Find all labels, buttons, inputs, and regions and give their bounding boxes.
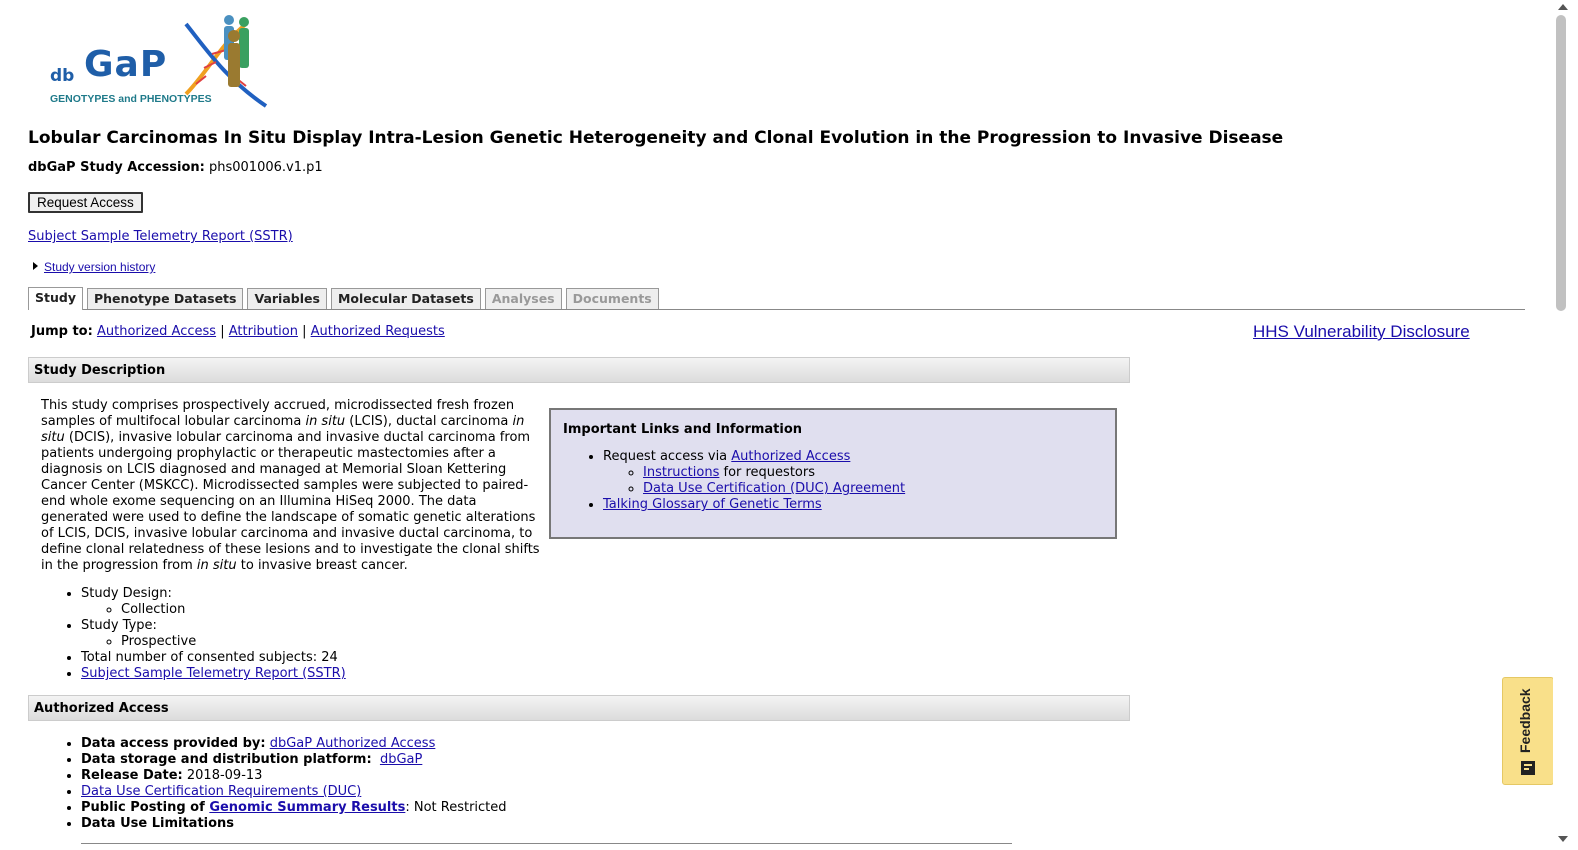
tab-analyses: Analyses	[484, 288, 562, 309]
desc-text: (DCIS), invasive lobular carcinoma and i…	[41, 430, 540, 573]
dbgap-link[interactable]: dbGaP	[380, 752, 422, 767]
list-item: Total number of consented subjects: 24	[81, 650, 346, 666]
list-item: Subject Sample Telemetry Report (SSTR)	[81, 666, 346, 682]
jump-separator: |	[302, 324, 307, 339]
expand-triangle-icon[interactable]	[33, 262, 38, 270]
list-item: Data storage and distribution platform: …	[81, 752, 507, 768]
scroll-up-arrow-icon[interactable]	[1558, 4, 1568, 10]
data-use-limitations-label: Data Use Limitations	[81, 816, 235, 831]
authorized-access-header: Authorized Access	[28, 695, 1130, 721]
list-item: Release Date: 2018-09-13	[81, 768, 507, 784]
list-item: Prospective	[121, 634, 346, 650]
tab-variables[interactable]: Variables	[247, 288, 327, 309]
list-item: Collection	[121, 602, 346, 618]
desc-italic: in situ	[305, 414, 346, 429]
duc-agreement-link[interactable]: Data Use Certification (DUC) Agreement	[643, 481, 905, 496]
glossary-link[interactable]: Talking Glossary of Genetic Terms	[603, 497, 822, 512]
feedback-button[interactable]: Feedback	[1502, 677, 1554, 785]
study-attributes: Study Design: Collection Study Type: Pro…	[41, 586, 346, 682]
study-version-history[interactable]: Study version history	[33, 260, 155, 274]
list-item: Talking Glossary of Genetic Terms	[603, 497, 1103, 513]
study-accession: dbGaP Study Accession: phs001006.v1.p1	[28, 160, 323, 175]
accession-value: phs001006.v1.p1	[209, 160, 323, 175]
divider	[81, 843, 1012, 844]
study-description-text: This study comprises prospectively accru…	[41, 398, 541, 574]
jump-authorized-requests[interactable]: Authorized Requests	[311, 324, 445, 339]
study-design-label: Study Design:	[81, 586, 172, 601]
public-posting-label: Public Posting of	[81, 800, 210, 815]
instructions-suffix: for requestors	[719, 465, 815, 480]
desc-text: (LCIS), ductal carcinoma	[345, 414, 513, 429]
list-item: Public Posting of Genomic Summary Result…	[81, 800, 507, 816]
jump-authorized-access[interactable]: Authorized Access	[97, 324, 216, 339]
release-date-value: 2018-09-13	[186, 768, 263, 783]
page-title: Lobular Carcinomas In Situ Display Intra…	[28, 128, 1284, 148]
list-item: Study Design: Collection	[81, 586, 346, 618]
jump-attribution[interactable]: Attribution	[229, 324, 298, 339]
feedback-icon	[1521, 761, 1535, 775]
tab-bar: Study Phenotype Datasets Variables Molecula…	[28, 286, 1525, 310]
scroll-thumb[interactable]	[1556, 15, 1566, 311]
jump-label: Jump to:	[31, 324, 93, 339]
tab-documents: Documents	[565, 288, 659, 309]
logo-gap: GaP	[84, 44, 168, 85]
sstr-link-lower[interactable]: Subject Sample Telemetry Report (SSTR)	[81, 666, 346, 681]
authorized-access-list: Data access provided by: dbGaP Authorize…	[41, 736, 507, 832]
request-access-button[interactable]: Request Access	[28, 192, 143, 213]
jump-separator: |	[220, 324, 225, 339]
accession-label: dbGaP Study Accession:	[28, 160, 205, 175]
important-links-title: Important Links and Information	[563, 422, 803, 437]
list-item: Request access via Authorized Access Ins…	[603, 449, 1103, 497]
study-type-label: Study Type:	[81, 618, 157, 633]
release-date-label: Release Date:	[81, 768, 183, 783]
feedback-label: Feedback	[1517, 688, 1533, 754]
provided-by-label: Data access provided by:	[81, 736, 266, 751]
request-access-text: Request access via	[603, 449, 732, 464]
instructions-link[interactable]: Instructions	[643, 465, 719, 480]
storage-label: Data storage and distribution platform:	[81, 752, 372, 767]
logo-tagline: GENOTYPES and PHENOTYPES	[50, 93, 212, 105]
infobox-authorized-access-link[interactable]: Authorized Access	[731, 449, 850, 464]
vertical-scrollbar[interactable]	[1553, 0, 1578, 850]
list-item: Data Use Limitations	[81, 816, 507, 832]
list-item: Instructions for requestors	[643, 465, 1103, 481]
tab-study[interactable]: Study	[28, 287, 83, 310]
list-item: Data access provided by: dbGaP Authorize…	[81, 736, 507, 752]
important-links-box: Important Links and Information Request …	[549, 408, 1117, 539]
scroll-down-arrow-icon[interactable]	[1558, 836, 1568, 842]
study-description-header: Study Description	[28, 357, 1130, 383]
sstr-link[interactable]: Subject Sample Telemetry Report (SSTR)	[28, 229, 293, 244]
study-version-history-link[interactable]: Study version history	[44, 260, 155, 274]
duc-requirements-link[interactable]: Data Use Certification Requirements (DUC…	[81, 784, 361, 799]
logo-db: db	[50, 66, 75, 86]
desc-italic: in situ	[196, 558, 237, 573]
public-posting-value: : Not Restricted	[405, 800, 507, 815]
list-item: Data Use Certification (DUC) Agreement	[643, 481, 1103, 497]
desc-text: to invasive breast cancer.	[236, 558, 408, 573]
jump-to-nav: Jump to: Authorized Access | Attribution…	[31, 324, 445, 339]
tab-phenotype-datasets[interactable]: Phenotype Datasets	[86, 288, 244, 309]
tab-molecular-datasets[interactable]: Molecular Datasets	[330, 288, 481, 309]
hhs-vulnerability-link[interactable]: HHS Vulnerability Disclosure	[1253, 322, 1470, 342]
list-item: Study Type: Prospective	[81, 618, 346, 650]
genomic-summary-results-link[interactable]: Genomic Summary Results	[209, 800, 405, 815]
dbgap-logo[interactable]: db GaP GENOTYPES and PHENOTYPES	[46, 14, 276, 110]
list-item: Data Use Certification Requirements (DUC…	[81, 784, 507, 800]
dbgap-authorized-access-link[interactable]: dbGaP Authorized Access	[270, 736, 436, 751]
